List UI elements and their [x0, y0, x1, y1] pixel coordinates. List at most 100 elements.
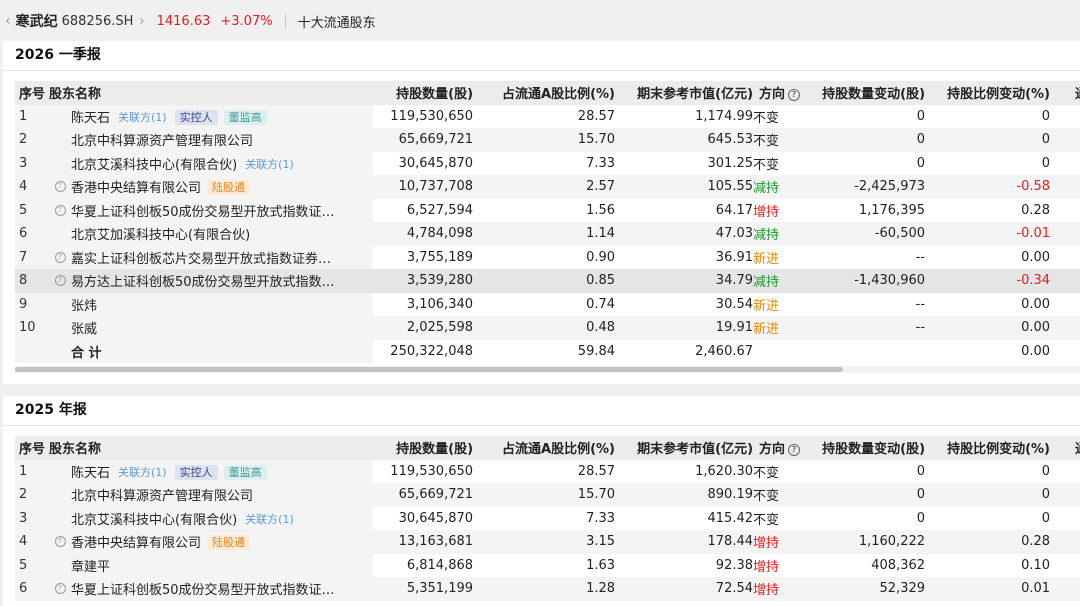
holder-name[interactable]: 华夏上证科创板50成份交易型开放式指数证…	[71, 205, 335, 220]
help-circle-icon[interactable]: ?	[54, 204, 66, 216]
table-row[interactable]: 2 北京中科算源资产管理有限公司 65,669,721 15.70 645.53 不变 0 0	[15, 128, 1080, 152]
extra-cell	[1050, 340, 1080, 364]
help-circle-icon[interactable]: ?	[788, 89, 801, 102]
holder-name[interactable]: 华夏上证科创板50成份交易型开放式指数证…	[71, 583, 335, 598]
direction-value: 不变	[753, 512, 780, 528]
holder-name-cell[interactable]: 香港中央结算有限公司 陆股通	[71, 530, 374, 554]
back-chevron-icon[interactable]: ‹	[5, 13, 11, 29]
holder-name[interactable]: 北京艾溪科技中心(有限合伙)	[71, 158, 237, 173]
direction-value: 新进	[753, 298, 780, 314]
holder-tag-assoc[interactable]: 关联方(1)	[116, 110, 169, 125]
market-value: 645.53	[615, 128, 754, 152]
table-row[interactable]: 3 北京艾溪科技中心(有限合伙) 关联方(1) 30,645,870 7.33 415.4…	[15, 506, 1080, 530]
holder-name[interactable]: 北京中科算源资产管理有限公司	[71, 134, 253, 149]
ratio-value: 3.15	[473, 530, 616, 554]
table-row[interactable]: 4? 香港中央结算有限公司 陆股通 10,737,708 2.57 105.55 减持 -2,…	[15, 175, 1080, 199]
table-row[interactable]: 5 章建平 6,814,868 1.63 92.38 增持 408,362 0.10	[15, 553, 1080, 578]
help-circle-icon[interactable]: ?	[54, 275, 66, 287]
holder-name-cell[interactable]: 北京中科算源资产管理有限公司	[71, 483, 374, 507]
direction-value: 减持	[753, 269, 802, 293]
help-circle-icon[interactable]: ?	[54, 536, 66, 548]
row-seq: 9	[15, 292, 49, 316]
extra-cell	[1050, 246, 1080, 270]
holder-name[interactable]: 北京艾加溪科技中心(有限合伙)	[71, 228, 250, 243]
table-row[interactable]: 8? 易方达上证科创板50成份交易型开放式指数… 3,539,280 0.85 34.7…	[15, 269, 1080, 293]
holder-tag-assoc[interactable]: 关联方(1)	[116, 465, 169, 480]
holder-name[interactable]: 易方达上证科创板50成份交易型开放式指数…	[71, 275, 335, 290]
ratio-value: 28.57	[577, 463, 616, 479]
column-header-direction-label: 方向	[759, 442, 786, 458]
holder-name-cell[interactable]: 北京艾溪科技中心(有限合伙) 关联方(1)	[71, 506, 374, 530]
holder-tag-assoc[interactable]: 关联方(1)	[243, 157, 296, 172]
holder-name-cell[interactable]: 北京中科算源资产管理有限公司	[71, 128, 374, 152]
holder-name-cell[interactable]: 张威	[71, 316, 374, 340]
table-row[interactable]: 6? 华夏上证科创板50成份交易型开放式指数证… 5,351,199 1.28 72.5…	[15, 577, 1080, 601]
holder-tag-exec[interactable]: 董监高	[223, 109, 267, 125]
horizontal-scrollbar[interactable]	[15, 366, 1080, 373]
table-row[interactable]: 10 张威 2,025,598 0.48 19.91 新进 -- 0.00	[15, 316, 1080, 340]
ratio-change-value: 0.10	[1021, 557, 1051, 573]
holder-name[interactable]: 香港中央结算有限公司	[71, 536, 201, 551]
extra-cell	[1050, 554, 1080, 578]
help-circle-icon[interactable]: ?	[54, 251, 66, 263]
extra-cell	[1050, 577, 1080, 601]
row-help-cell	[49, 128, 71, 152]
row-seq: 4	[15, 175, 49, 199]
table-row[interactable]: 3 北京艾溪科技中心(有限合伙) 关联方(1) 30,645,870 7.33 301.2…	[15, 151, 1080, 175]
holder-name-cell[interactable]: 嘉实上证科创板芯片交易型开放式指数证券…	[71, 245, 374, 269]
shares-value: 13,163,681	[373, 530, 474, 554]
column-header-ratio-change: 持股比例变动(%)	[925, 81, 1051, 105]
holder-name-cell[interactable]: 章建平	[71, 553, 374, 577]
holder-name-cell[interactable]: 华夏上证科创板50成份交易型开放式指数证…	[71, 577, 374, 601]
direction-value: 不变	[753, 110, 780, 126]
holder-name[interactable]: 嘉实上证科创板芯片交易型开放式指数证券…	[71, 252, 331, 267]
holder-name[interactable]: 北京艾溪科技中心(有限合伙)	[71, 513, 237, 528]
total-row: 合 计 250,322,048 59.84 2,460.67 0.00	[15, 339, 1080, 364]
holder-name-cell[interactable]: 易方达上证科创板50成份交易型开放式指数…	[71, 269, 374, 293]
row-seq: 6	[15, 222, 49, 246]
holder-name[interactable]: 章建平	[71, 560, 110, 575]
holder-name-cell[interactable]: 北京艾加溪科技中心(有限合伙)	[71, 222, 374, 246]
ratio-value: 1.63	[586, 557, 616, 573]
chevron-right-icon[interactable]: ›	[139, 14, 144, 29]
table-row[interactable]: 1 陈天石 关联方(1) 实控人 董监高 119,530,650 28.57 1,174.99…	[15, 104, 1080, 128]
holder-name[interactable]: 陈天石	[71, 466, 110, 481]
holder-name[interactable]: 香港中央结算有限公司	[71, 181, 201, 196]
shares-value: 2,025,598	[373, 316, 474, 340]
holder-name[interactable]: 陈天石	[71, 111, 110, 126]
holder-name-cell[interactable]: 北京艾溪科技中心(有限合伙) 关联方(1)	[71, 151, 374, 175]
holder-tag-hk[interactable]: 陆股通	[207, 535, 251, 551]
holder-tag-exec[interactable]: 董监高	[223, 464, 267, 480]
row-help-cell: ?	[49, 175, 71, 199]
total-spacer	[49, 339, 71, 363]
holder-tag-assoc[interactable]: 关联方(1)	[243, 512, 296, 527]
table-row[interactable]: 2 北京中科算源资产管理有限公司 65,669,721 15.70 890.19 不变 0 0	[15, 483, 1080, 507]
holder-name-cell[interactable]: 陈天石 关联方(1) 实控人 董监高	[71, 104, 374, 128]
holder-name-cell[interactable]: 香港中央结算有限公司 陆股通	[71, 175, 374, 199]
shares-value: 65,669,721	[373, 483, 474, 507]
help-circle-icon[interactable]: ?	[788, 444, 801, 457]
table-row[interactable]: 4? 香港中央结算有限公司 陆股通 13,163,681 3.15 178.44 增持 1,1…	[15, 530, 1080, 554]
table-row[interactable]: 9 张炜 3,106,340 0.74 30.54 新进 -- 0.00	[15, 292, 1080, 316]
holder-tag-ctrl[interactable]: 实控人	[174, 464, 218, 480]
table-row[interactable]: 7? 嘉实上证科创板芯片交易型开放式指数证券… 3,755,189 0.90 36.91…	[15, 245, 1080, 270]
ratio-value: 0.90	[586, 249, 616, 265]
holder-tag-hk[interactable]: 陆股通	[207, 180, 251, 196]
help-circle-icon[interactable]: ?	[54, 181, 66, 193]
scrollbar-thumb[interactable]	[15, 367, 843, 372]
holder-name-cell[interactable]: 张炜	[71, 292, 374, 316]
share-change-value: 0	[916, 155, 926, 171]
holder-name[interactable]: 张威	[71, 322, 97, 337]
share-change-value: 0	[916, 108, 926, 124]
holder-name-cell[interactable]: 华夏上证科创板50成份交易型开放式指数证…	[71, 198, 374, 222]
column-header-value-label: 期末参考市值(亿元)	[637, 87, 754, 103]
table-row[interactable]: 5? 华夏上证科创板50成份交易型开放式指数证… 6,527,594 1.56 64.1…	[15, 198, 1080, 222]
holder-name-cell[interactable]: 陈天石 关联方(1) 实控人 董监高	[71, 459, 374, 483]
help-circle-icon[interactable]: ?	[54, 583, 66, 595]
holder-name[interactable]: 北京中科算源资产管理有限公司	[71, 489, 253, 504]
holder-tag-ctrl[interactable]: 实控人	[174, 109, 218, 125]
table-row[interactable]: 1 陈天石 关联方(1) 实控人 董监高 119,530,650 28.57 1,620.30…	[15, 459, 1080, 483]
holder-name[interactable]: 张炜	[71, 299, 97, 314]
row-seq: 8	[15, 269, 49, 293]
table-row[interactable]: 6 北京艾加溪科技中心(有限合伙) 4,784,098 1.14 47.03 减持 -60,…	[15, 222, 1080, 246]
